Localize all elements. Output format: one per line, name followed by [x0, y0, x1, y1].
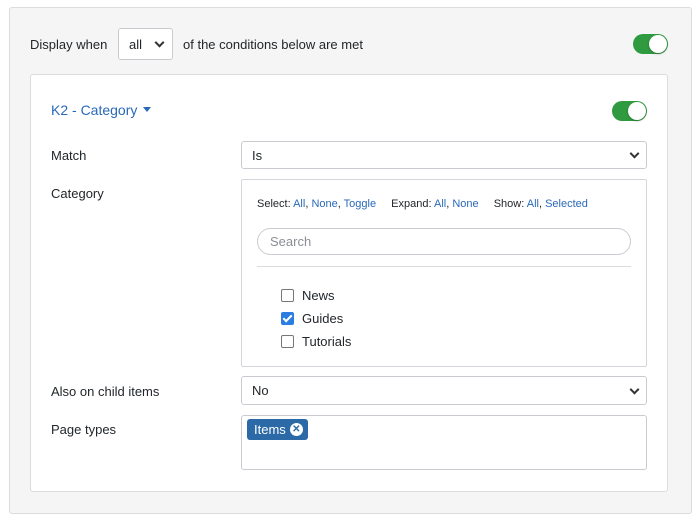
conditions-suffix-label: of the conditions below are met — [183, 37, 363, 52]
condition-title: K2 - Category — [51, 102, 138, 118]
category-search-input[interactable] — [257, 228, 631, 255]
expand-all-link[interactable]: All — [434, 198, 446, 210]
toggle-knob — [628, 102, 646, 120]
child-items-label: Also on child items — [51, 384, 160, 399]
category-item-label: News — [302, 288, 335, 303]
category-item-guides[interactable]: Guides — [281, 311, 343, 326]
caret-down-icon — [143, 106, 152, 112]
checkbox[interactable] — [281, 335, 294, 348]
expand-group: Expand: All, None — [391, 198, 479, 210]
show-group: Show: All, Selected — [493, 198, 588, 210]
select-all-link[interactable]: All — [293, 198, 305, 210]
remove-tag-icon[interactable]: ✕ — [289, 423, 303, 436]
tag-label: Items — [254, 422, 286, 437]
condition-toggle[interactable] — [612, 101, 647, 121]
category-item-tutorials[interactable]: Tutorials — [281, 334, 351, 349]
select-none-link[interactable]: None — [311, 198, 337, 210]
select-toggle-link[interactable]: Toggle — [344, 198, 376, 210]
child-items-select[interactable]: No — [241, 376, 647, 405]
checkbox[interactable] — [281, 312, 294, 325]
select-group: Select: All, None, Toggle — [257, 198, 377, 210]
match-value: Is — [252, 147, 263, 163]
expand-label: Expand: — [391, 198, 432, 210]
category-item-label: Guides — [302, 311, 344, 326]
show-all-link[interactable]: All — [527, 198, 539, 210]
match-label: Match — [51, 148, 87, 163]
show-selected-link[interactable]: Selected — [545, 198, 588, 210]
category-item-label: Tutorials — [302, 334, 352, 349]
expand-none-link[interactable]: None — [452, 198, 478, 210]
page-types-label: Page types — [51, 422, 117, 437]
child-items-value: No — [252, 383, 269, 398]
checkbox[interactable] — [281, 289, 294, 302]
match-select[interactable]: Is — [241, 141, 647, 169]
toggle-knob — [649, 35, 667, 53]
display-when-label: Display when — [30, 37, 108, 52]
divider — [257, 266, 631, 267]
match-mode-value: all — [129, 36, 143, 52]
category-toolbar: Select: All, None, Toggle Expand: All, N… — [257, 198, 600, 210]
condition-type-dropdown[interactable]: K2 - Category — [51, 102, 152, 118]
category-item-news[interactable]: News — [281, 288, 335, 303]
category-label: Category — [51, 186, 104, 201]
match-mode-select[interactable]: all — [118, 28, 173, 60]
select-label: Select: — [257, 198, 291, 210]
display-toggle[interactable] — [633, 34, 668, 54]
show-label: Show: — [493, 198, 525, 210]
page-type-tag: Items ✕ — [247, 419, 308, 440]
